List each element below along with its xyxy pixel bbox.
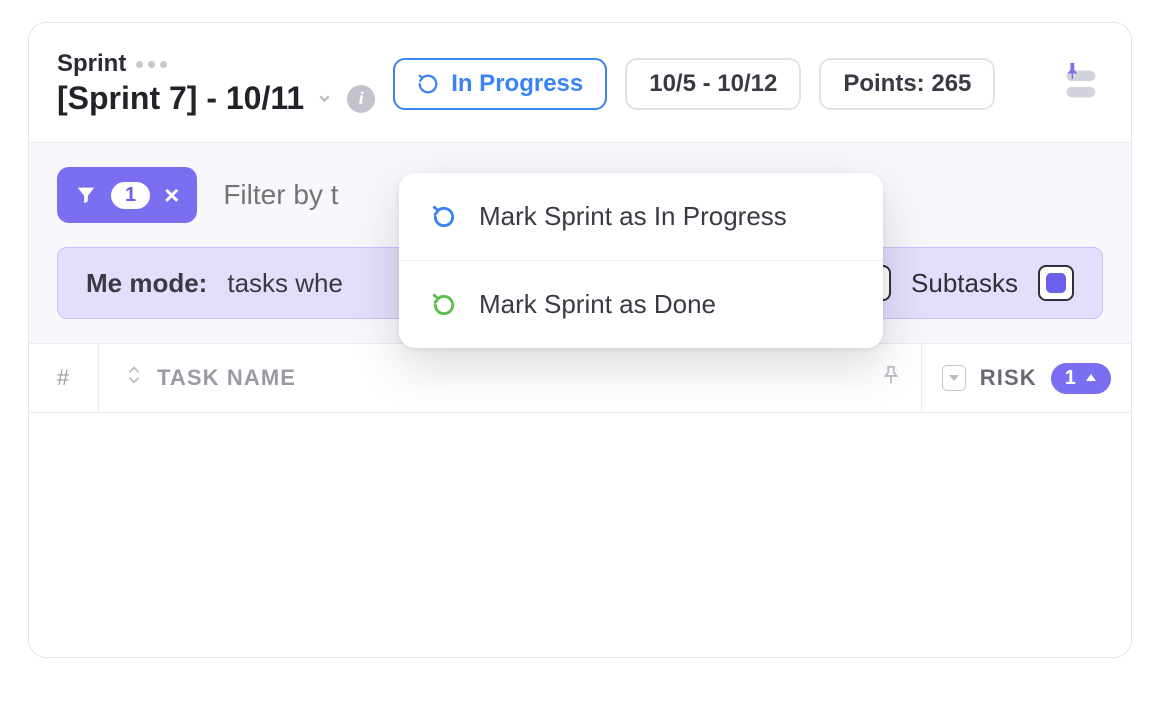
cycle-arrow-icon [431,292,457,318]
cycle-arrow-icon [417,73,439,95]
cycle-arrow-icon [431,204,457,230]
col-index-label: # [57,365,70,391]
table-header: # TASK NAME RISK 1 [29,343,1131,413]
sprint-header: Sprint [Sprint 7] - 10/11 i In Progress [29,23,1131,143]
sort-icon [942,365,966,391]
chevron-down-icon [316,90,333,107]
funnel-icon [75,184,97,206]
expand-icon [123,364,145,392]
col-task-name-label: TASK NAME [157,365,296,391]
dropdown-item-done[interactable]: Mark Sprint as Done [399,260,883,348]
pin-toggle[interactable] [1057,61,1103,107]
risk-sort-badge[interactable]: 1 [1051,363,1111,394]
me-mode-text: tasks whe [227,268,343,299]
filter-chip[interactable]: 1 × [57,167,197,223]
status-pill[interactable]: In Progress [393,58,607,110]
more-dots-icon[interactable] [136,61,167,68]
sprint-title: [Sprint 7] - 10/11 [57,80,304,117]
subtasks-checkbox[interactable] [1038,265,1074,301]
dropdown-item-in-progress[interactable]: Mark Sprint as In Progress [399,173,883,260]
points-text: Points: 265 [843,70,971,98]
status-dropdown: Mark Sprint as In Progress Mark Sprint a… [399,173,883,348]
me-mode-label: Me mode: [86,268,207,299]
title-block: Sprint [Sprint 7] - 10/11 i [57,50,375,117]
col-risk-label: RISK [980,365,1037,391]
title-row[interactable]: [Sprint 7] - 10/11 i [57,80,375,117]
dropdown-item-label: Mark Sprint as In Progress [479,201,787,232]
clear-filter-icon[interactable]: × [164,180,179,211]
col-pin[interactable] [861,364,921,392]
breadcrumb: Sprint [57,50,375,78]
col-task-name[interactable]: TASK NAME [99,364,861,392]
risk-count: 1 [1065,367,1077,390]
col-index[interactable]: # [29,344,99,412]
sprint-panel: Sprint [Sprint 7] - 10/11 i In Progress [28,22,1132,658]
dropdown-item-label: Mark Sprint as Done [479,289,716,320]
breadcrumb-label: Sprint [57,50,126,78]
filter-count: 1 [111,182,150,209]
status-label: In Progress [451,70,583,98]
pin-icon [880,364,902,392]
subtasks-label: Subtasks [911,268,1018,299]
date-range-pill[interactable]: 10/5 - 10/12 [625,58,801,110]
date-range-text: 10/5 - 10/12 [649,70,777,98]
col-risk[interactable]: RISK 1 [921,344,1131,412]
info-icon[interactable]: i [347,85,375,113]
points-pill[interactable]: Points: 265 [819,58,995,110]
